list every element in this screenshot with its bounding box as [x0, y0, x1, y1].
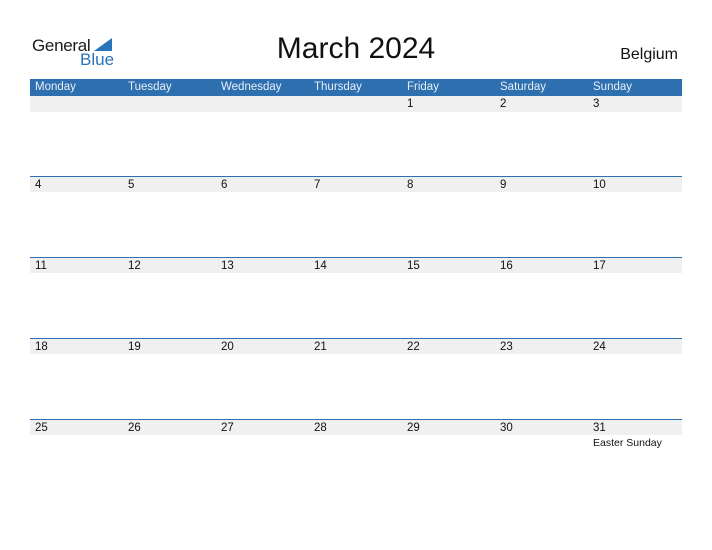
week-row: 18 19 20 21 22 23 24 [30, 338, 682, 419]
day-cell[interactable]: 15 [402, 257, 495, 338]
weekday-wednesday: Wednesday [221, 81, 282, 93]
day-cell[interactable]: 8 [402, 176, 495, 257]
day-number: 8 [407, 179, 414, 191]
day-number: 15 [407, 260, 420, 272]
day-cell[interactable]: 24 [588, 338, 681, 419]
day-cell[interactable]: 18 [30, 338, 123, 419]
day-number: 30 [500, 422, 513, 434]
day-cell[interactable] [123, 96, 216, 177]
day-number: 16 [500, 260, 513, 272]
day-cell[interactable] [30, 96, 123, 177]
day-cell[interactable]: 9 [495, 176, 588, 257]
day-number: 19 [128, 341, 141, 353]
day-number: 2 [500, 98, 507, 110]
holiday-label: Easter Sunday [593, 437, 662, 449]
day-cell[interactable]: 12 [123, 257, 216, 338]
day-cell[interactable]: 6 [216, 176, 309, 257]
day-number: 3 [593, 98, 600, 110]
day-number: 28 [314, 422, 327, 434]
day-number: 17 [593, 260, 606, 272]
day-cell[interactable]: 23 [495, 338, 588, 419]
day-cell[interactable]: 20 [216, 338, 309, 419]
day-number: 22 [407, 341, 420, 353]
day-cell[interactable]: 31 Easter Sunday [588, 419, 681, 500]
day-cell[interactable]: 21 [309, 338, 402, 419]
weekday-thursday: Thursday [314, 81, 362, 93]
day-cell[interactable]: 13 [216, 257, 309, 338]
weekday-saturday: Saturday [500, 81, 547, 93]
week-row: 11 12 13 14 15 16 17 [30, 257, 682, 338]
day-cell[interactable]: 4 [30, 176, 123, 257]
weekday-tuesday: Tuesday [128, 81, 172, 93]
day-number: 14 [314, 260, 327, 272]
day-cell[interactable]: 25 [30, 419, 123, 500]
day-cell[interactable]: 10 [588, 176, 681, 257]
day-number: 10 [593, 179, 606, 191]
week-row: 4 5 6 7 8 9 10 [30, 176, 682, 257]
day-number: 1 [407, 98, 414, 110]
day-number: 24 [593, 341, 606, 353]
weekday-monday: Monday [35, 81, 76, 93]
day-cell[interactable] [216, 96, 309, 177]
calendar-title: March 2024 [276, 32, 436, 65]
day-cell[interactable]: 16 [495, 257, 588, 338]
day-cell[interactable]: 27 [216, 419, 309, 500]
day-number: 25 [35, 422, 48, 434]
week-row: 1 2 3 [30, 96, 682, 177]
day-number: 23 [500, 341, 513, 353]
day-cell[interactable]: 5 [123, 176, 216, 257]
day-cell[interactable] [309, 96, 402, 177]
day-number: 18 [35, 341, 48, 353]
day-number: 11 [35, 260, 47, 272]
day-cell[interactable]: 17 [588, 257, 681, 338]
day-cell[interactable]: 22 [402, 338, 495, 419]
day-cell[interactable]: 14 [309, 257, 402, 338]
day-cell[interactable]: 26 [123, 419, 216, 500]
day-number: 29 [407, 422, 420, 434]
day-cell[interactable]: 7 [309, 176, 402, 257]
day-number: 13 [221, 260, 234, 272]
day-number: 7 [314, 179, 321, 191]
day-number: 12 [128, 260, 141, 272]
country-label: Belgium [620, 46, 678, 63]
day-cell[interactable]: 19 [123, 338, 216, 419]
weekday-header: Monday Tuesday Wednesday Thursday Friday… [30, 79, 682, 96]
day-number: 21 [314, 341, 327, 353]
day-cell[interactable]: 3 [588, 96, 681, 177]
week-row: 25 26 27 28 29 30 31 Easter Sunday [30, 419, 682, 500]
day-cell[interactable]: 30 [495, 419, 588, 500]
day-number: 9 [500, 179, 507, 191]
day-number: 31 [593, 422, 606, 434]
day-cell[interactable]: 29 [402, 419, 495, 500]
day-cell[interactable]: 11 [30, 257, 123, 338]
day-number: 4 [35, 179, 42, 191]
day-cell[interactable]: 28 [309, 419, 402, 500]
day-number: 6 [221, 179, 228, 191]
day-cell[interactable]: 1 [402, 96, 495, 177]
day-number: 20 [221, 341, 234, 353]
weekday-friday: Friday [407, 81, 439, 93]
weekday-sunday: Sunday [593, 81, 633, 93]
day-number: 27 [221, 422, 234, 434]
day-number: 26 [128, 422, 141, 434]
day-number: 5 [128, 179, 135, 191]
day-cell[interactable]: 2 [495, 96, 588, 177]
